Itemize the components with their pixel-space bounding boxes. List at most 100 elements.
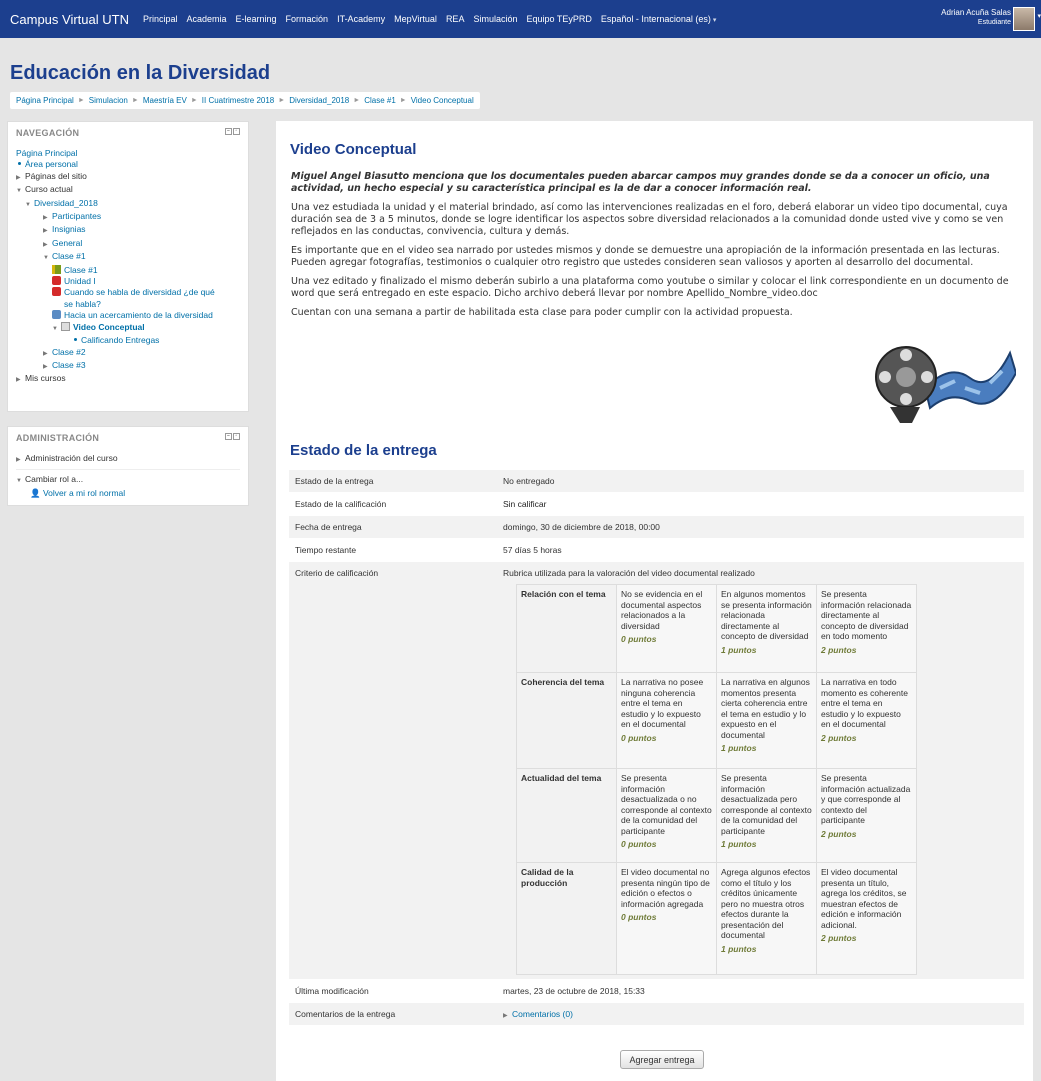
- rubric-level[interactable]: Se presenta información desactualizada p…: [716, 768, 817, 863]
- nav-item-clase3[interactable]: Clase #3: [52, 360, 86, 370]
- navigation-block: NAVEGACIÓN – ▫ Página Principal Área pers…: [7, 121, 249, 412]
- expand-icon[interactable]: ▶: [16, 173, 25, 184]
- comments-link[interactable]: Comentarios (0): [512, 1009, 573, 1019]
- status-label: Comentarios de la entrega: [295, 1009, 396, 1019]
- collapse-tree-icon[interactable]: ▼: [16, 474, 25, 488]
- grading-status-value: Sin calificar: [503, 499, 547, 509]
- rubric-points: 2 puntos: [821, 644, 857, 655]
- menu-item-rea[interactable]: REA: [446, 14, 465, 24]
- rubric-level[interactable]: No se evidencia en el documental aspecto…: [616, 584, 717, 673]
- breadcrumb-separator-icon: ►: [190, 97, 198, 104]
- rubric-level[interactable]: La narrativa no posee ninguna coherencia…: [616, 672, 717, 769]
- expand-icon[interactable]: ▶: [43, 349, 52, 360]
- status-label: Estado de la entrega: [295, 476, 374, 486]
- nav-item-video-conceptual[interactable]: Video Conceptual: [73, 322, 145, 332]
- change-role-link[interactable]: Cambiar rol a...: [25, 474, 83, 484]
- nav-item-diversity-reading[interactable]: Cuando se habla de diversidad ¿de qué se…: [64, 287, 215, 308]
- expand-icon[interactable]: ▶: [43, 362, 52, 373]
- user-menu[interactable]: Adrian Acuña Salas Estudiante: [941, 8, 1011, 28]
- pdf-icon: [52, 287, 61, 297]
- menu-item-principal[interactable]: Principal: [143, 14, 178, 24]
- menu-item-academia[interactable]: Academia: [186, 14, 226, 24]
- main-content: Video Conceptual Miguel Angel Biasutto m…: [276, 121, 1033, 1081]
- nav-item-unidad1[interactable]: Unidad I: [64, 276, 96, 286]
- rubric-level[interactable]: Se presenta información desactualizada o…: [616, 768, 717, 863]
- rubric-level[interactable]: El video documental no presenta ningún t…: [616, 862, 717, 975]
- chevron-down-icon: ▾: [712, 17, 717, 24]
- rubric-points: 1 puntos: [721, 743, 757, 753]
- nav-item-grading[interactable]: Calificando Entregas: [81, 335, 159, 345]
- rubric-level[interactable]: El video documental presenta un título, …: [816, 862, 917, 975]
- add-submission-button[interactable]: Agregar entrega: [620, 1050, 704, 1069]
- expand-icon[interactable]: ▶: [16, 453, 25, 467]
- language-menu[interactable]: Español - Internacional (es) ▾: [601, 14, 717, 24]
- collapse-tree-icon[interactable]: ▼: [25, 200, 34, 211]
- nav-item-clase1[interactable]: Clase #1: [52, 251, 86, 261]
- collapse-tree-icon[interactable]: ▼: [52, 324, 61, 335]
- breadcrumb-item[interactable]: Página Principal: [16, 96, 74, 105]
- nav-item-current-course[interactable]: Curso actual: [25, 184, 73, 194]
- film-reel-image: [875, 346, 1016, 423]
- collapse-tree-icon[interactable]: ▼: [43, 253, 52, 264]
- breadcrumb-item[interactable]: Clase #1: [364, 96, 396, 105]
- nav-item-course[interactable]: Diversidad_2018: [34, 198, 98, 208]
- breadcrumb-item[interactable]: Video Conceptual: [411, 96, 474, 105]
- dock-icon[interactable]: –: [225, 128, 232, 135]
- status-label: Tiempo restante: [295, 545, 357, 555]
- rubric-level[interactable]: En algunos momentos se presenta informac…: [716, 584, 817, 673]
- expand-icon[interactable]: ▶: [43, 240, 52, 251]
- menu-item-formacion[interactable]: Formación: [286, 14, 329, 24]
- site-brand[interactable]: Campus Virtual UTN: [10, 12, 129, 27]
- time-remaining-value: 57 días 5 horas: [503, 545, 562, 555]
- nav-item-site-pages[interactable]: Páginas del sitio: [25, 171, 87, 181]
- rubric-table: Relación con el tema No se evidencia en …: [516, 584, 917, 975]
- submission-status-value: No entregado: [503, 476, 555, 486]
- collapse-icon[interactable]: ▫: [233, 128, 240, 135]
- rubric-points: 2 puntos: [821, 828, 857, 839]
- menu-item-simulacion[interactable]: Simulación: [473, 14, 517, 24]
- menu-item-mepvirtual[interactable]: MepVirtual: [394, 14, 437, 24]
- nav-item-dashboard[interactable]: Área personal: [25, 159, 78, 169]
- nav-item-forum[interactable]: Hacia un acercamiento de la diversidad: [64, 310, 213, 320]
- rubric-level-text: Se presenta información relacionada dire…: [821, 589, 912, 641]
- chevron-down-icon[interactable]: ▾: [1037, 12, 1041, 20]
- pdf-icon: [52, 276, 61, 286]
- menu-item-elearning[interactable]: E-learning: [236, 14, 277, 24]
- breadcrumb-item[interactable]: II Cuatrimestre 2018: [202, 96, 274, 105]
- nav-item-clase2[interactable]: Clase #2: [52, 347, 86, 357]
- rubric-level[interactable]: Se presenta información actualizada y qu…: [816, 768, 917, 863]
- nav-item-participants[interactable]: Participantes: [52, 211, 101, 221]
- submission-status-table: Estado de la entrega No entregado Estado …: [289, 470, 1024, 1026]
- nav-item-my-courses[interactable]: Mis cursos: [25, 373, 66, 383]
- course-admin-link[interactable]: Administración del curso: [25, 453, 118, 463]
- normal-role-link[interactable]: Volver a mi rol normal: [43, 488, 125, 498]
- rubric-level[interactable]: La narrativa en algunos momentos present…: [716, 672, 817, 769]
- expand-icon[interactable]: ▶: [43, 226, 52, 237]
- rubric-level[interactable]: Se presenta información relacionada dire…: [816, 584, 917, 673]
- dock-icon[interactable]: –: [225, 433, 232, 440]
- breadcrumb-item[interactable]: Diversidad_2018: [289, 96, 349, 105]
- collapse-icon[interactable]: ▫: [233, 433, 240, 440]
- breadcrumb-item[interactable]: Maestría EV: [143, 96, 187, 105]
- rubric-level-text: No se evidencia en el documental aspecto…: [621, 589, 703, 631]
- expand-icon[interactable]: ▶: [43, 213, 52, 224]
- menu-item-equipo[interactable]: Equipo TEyPRD: [526, 14, 591, 24]
- assignment-icon: [61, 321, 70, 331]
- collapse-tree-icon[interactable]: ▼: [16, 186, 25, 197]
- breadcrumb-item[interactable]: Simulacion: [89, 96, 128, 105]
- avatar[interactable]: [1013, 7, 1035, 31]
- rubric-level[interactable]: La narrativa en todo momento es coherent…: [816, 672, 917, 769]
- rubric-level[interactable]: Agrega algunos efectos como el título y …: [716, 862, 817, 975]
- nav-item-general[interactable]: General: [52, 238, 82, 248]
- breadcrumb-separator-icon: ►: [399, 97, 407, 104]
- expand-icon[interactable]: ▶: [503, 1012, 512, 1019]
- menu-item-it-academy[interactable]: IT-Academy: [337, 14, 385, 24]
- bullet-icon: [74, 338, 77, 342]
- nav-item-badges[interactable]: Insignias: [52, 224, 86, 234]
- administration-title: ADMINISTRACIÓN: [16, 433, 100, 443]
- last-modified-value: martes, 23 de octubre de 2018, 15:33: [503, 986, 645, 996]
- criteria-value: Rubrica utilizada para la valoración del…: [503, 568, 755, 578]
- expand-icon[interactable]: ▶: [16, 375, 25, 386]
- nav-item-clase1-book[interactable]: Clase #1: [64, 265, 98, 275]
- nav-item-home[interactable]: Página Principal: [16, 148, 240, 159]
